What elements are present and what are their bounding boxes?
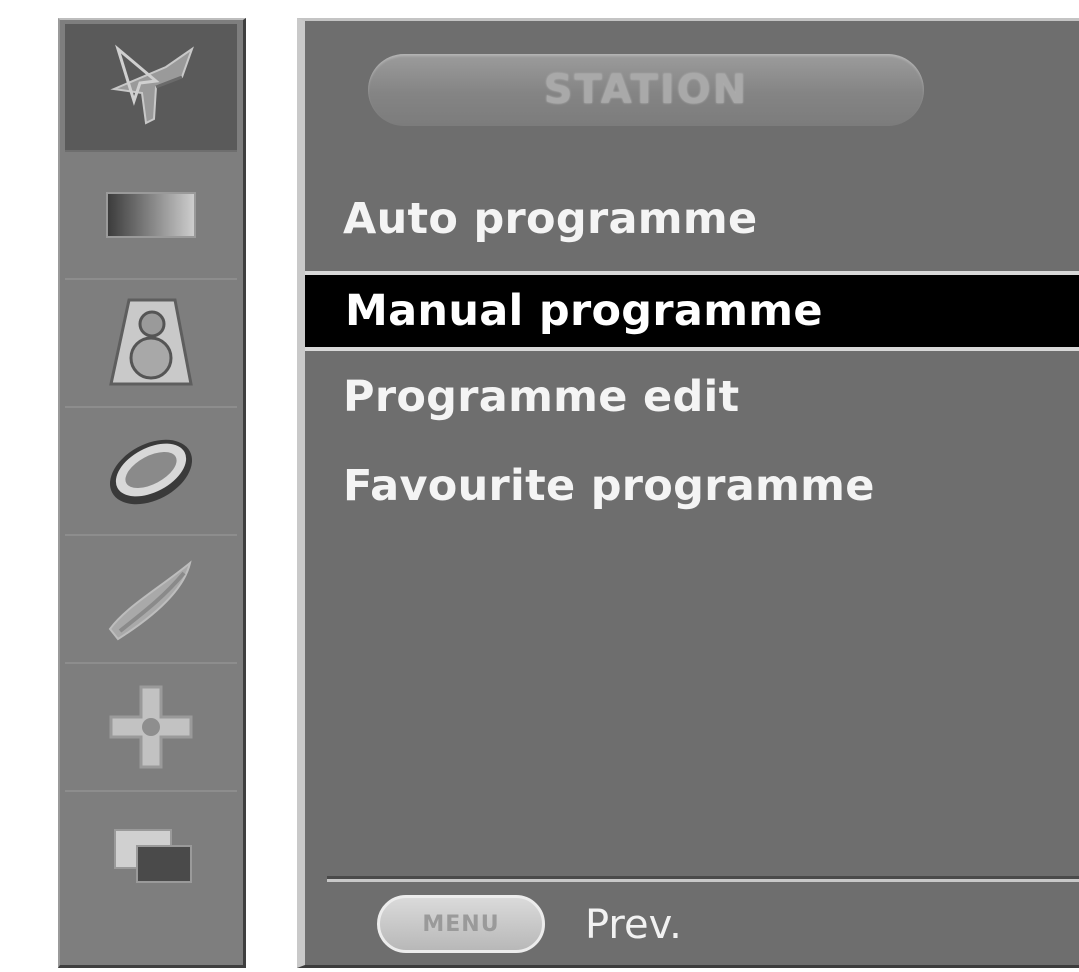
time-clock-icon (109, 439, 193, 505)
station-menu-panel: STATION Auto programme Manual programme … (297, 18, 1079, 968)
picture-icon (106, 192, 196, 238)
screen-adjust-icon (109, 685, 193, 769)
footer-divider (327, 876, 1079, 882)
menu-item-manual-programme[interactable]: Manual programme (305, 271, 1079, 351)
menu-title: STATION (543, 67, 749, 113)
menu-item-programme-edit[interactable]: Programme edit (305, 354, 1079, 440)
sidebar-item-screen[interactable] (65, 664, 237, 792)
sidebar-item-pip[interactable] (65, 792, 237, 920)
tv-osd-screen: STATION Auto programme Manual programme … (0, 0, 1079, 972)
station-antenna-icon (110, 44, 194, 125)
special-icon (108, 560, 192, 641)
menu-title-bar: STATION (368, 54, 924, 126)
sidebar-item-sound[interactable] (65, 280, 237, 408)
pip-icon (114, 829, 192, 883)
sidebar-item-special[interactable] (65, 536, 237, 664)
sound-speaker-icon (109, 298, 193, 386)
sidebar-item-station[interactable] (65, 24, 237, 152)
menu-item-auto-programme[interactable]: Auto programme (305, 176, 1079, 262)
menu-key-button[interactable]: MENU (377, 895, 545, 953)
sidebar-item-time[interactable] (65, 408, 237, 536)
menu-item-favourite-programme[interactable]: Favourite programme (305, 443, 1079, 529)
prev-hint-label: Prev. (585, 902, 682, 948)
sidebar-item-picture[interactable] (65, 152, 237, 280)
menu-category-sidebar (58, 18, 246, 968)
